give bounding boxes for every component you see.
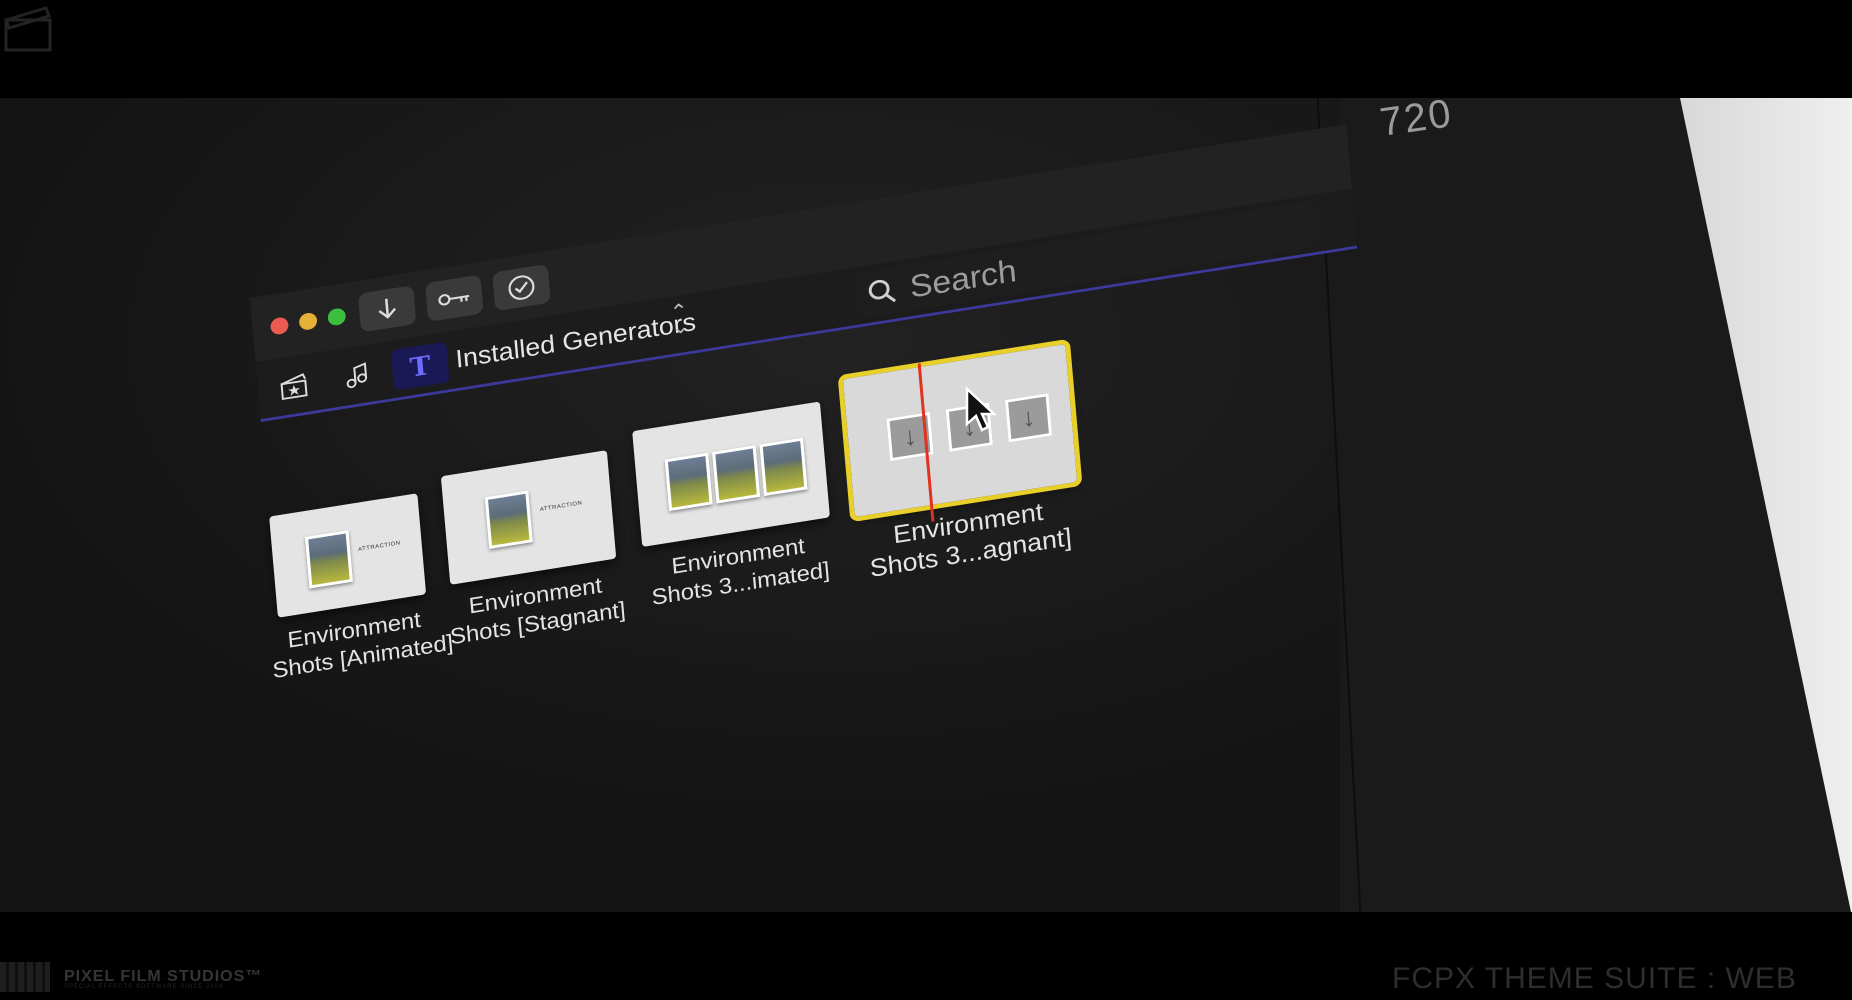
search-icon	[868, 279, 897, 303]
generator-thumbnail[interactable]: ↓ ↓ ↓	[837, 338, 1083, 523]
clapper-star-icon	[280, 373, 308, 401]
clapper-icon	[4, 6, 52, 52]
license-key-button[interactable]	[424, 274, 484, 322]
thumbnail-photo	[712, 445, 761, 504]
generator-item-selected[interactable]: ↓ ↓ ↓ Environment Shots 3...agnant]	[837, 338, 1083, 582]
checkmark-circle-icon	[508, 275, 535, 300]
thumbnail-caption: ATTRACTION	[539, 500, 583, 513]
search-placeholder: Search	[908, 252, 1018, 305]
generator-item[interactable]: Environment Shots 3...imated]	[632, 401, 831, 611]
generator-item[interactable]: ATTRACTION Environment Shots [Animated]	[269, 493, 454, 684]
tab-media[interactable]	[328, 351, 387, 400]
tab-titles-generators[interactable]: T	[390, 341, 450, 391]
generator-thumbnail[interactable]	[632, 401, 830, 547]
generator-item[interactable]: ATTRACTION Environment Shots [Stagnant]	[440, 450, 627, 650]
thumbnail-photo	[484, 490, 533, 549]
pixel-film-studios-logo: PIXEL FILM STUDIOS™ SPECIAL EFFECTS SOFT…	[0, 962, 262, 992]
validate-button[interactable]	[492, 263, 551, 312]
maximize-window-button[interactable]	[327, 307, 347, 327]
chevron-up-down-icon: ⌃ ⌄	[668, 298, 691, 340]
generator-thumbnail[interactable]: ATTRACTION	[269, 493, 427, 618]
title-generator-icon: T	[408, 349, 432, 383]
thumbnail-caption: ATTRACTION	[357, 540, 401, 553]
music-camera-icon	[346, 362, 368, 389]
close-window-button[interactable]	[269, 316, 290, 336]
letterbox-top	[0, 0, 1852, 98]
thumbnail-photo	[759, 437, 808, 497]
thumbnail-photo	[664, 452, 713, 512]
mouse-cursor-icon	[965, 386, 998, 432]
tab-projects[interactable]	[264, 361, 323, 410]
theme-suite-watermark: FCPX THEME SUITE : WEB	[1392, 962, 1797, 995]
download-arrow-icon	[378, 298, 397, 319]
key-icon	[438, 294, 470, 306]
minimize-window-button[interactable]	[298, 311, 318, 332]
download-button[interactable]	[357, 285, 417, 333]
app-scene: 720 T Installed Generators ⌃ ⌄ Search AT…	[0, 98, 1852, 912]
thumbnail-photo	[304, 530, 353, 589]
film-strip-icon	[0, 962, 50, 992]
download-placeholder-icon: ↓	[1004, 393, 1053, 443]
generator-label: Environment Shots [Animated]	[271, 607, 455, 684]
generator-thumbnail[interactable]: ATTRACTION	[440, 450, 617, 585]
